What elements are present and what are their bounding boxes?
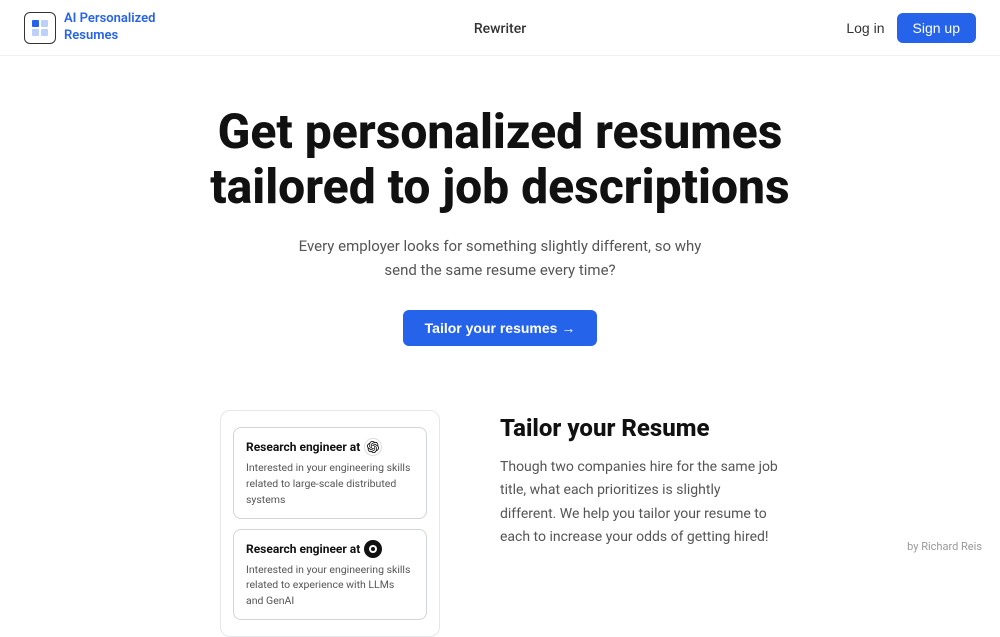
logo-link[interactable]: AI Personalized Resumes [24,11,155,45]
feature-description: Though two companies hire for the same j… [500,456,780,548]
job-card-2-title: Research engineer at [246,540,414,558]
hero-headline: Get personalized resumes tailored to job… [180,104,820,214]
brand-name-line1: AI Personalized [64,11,155,26]
navbar: AI Personalized Resumes Rewriter Log in … [0,0,1000,56]
footer-credit: by Richard Reis [907,540,982,553]
hero-section: Get personalized resumes tailored to job… [0,56,1000,378]
job-card-2-title-text: Research engineer at [246,542,360,556]
nav-actions: Log in Sign up [846,13,976,43]
nav-center: Rewriter [474,18,526,37]
job-card-1-desc: Interested in your engineering skills re… [246,460,414,507]
feature-title: Tailor your Resume [500,414,780,442]
signup-button[interactable]: Sign up [897,13,976,43]
login-button[interactable]: Log in [846,20,884,36]
job-cards-wrapper: Research engineer at Interested in your … [220,410,440,637]
job-card-1: Research engineer at Interested in your … [233,427,427,518]
job-card-1-title-text: Research engineer at [246,440,360,454]
other-company-icon [364,540,382,558]
openai-icon [364,438,382,456]
brand-name-line2: Resumes [64,28,118,43]
hero-subheadline: Every employer looks for something sligh… [290,234,710,282]
logo-icon [24,12,56,44]
nav-link-rewriter[interactable]: Rewriter [474,21,526,37]
brand-name: AI Personalized Resumes [64,11,155,45]
cta-button[interactable]: Tailor your resumes → [403,310,598,346]
job-card-2-desc: Interested in your engineering skills re… [246,562,414,609]
job-card-2: Research engineer at Interested in your … [233,529,427,620]
features-section: Research engineer at Interested in your … [0,386,1000,637]
feature-text-block: Tailor your Resume Though two companies … [500,410,780,548]
job-card-1-title: Research engineer at [246,438,414,456]
